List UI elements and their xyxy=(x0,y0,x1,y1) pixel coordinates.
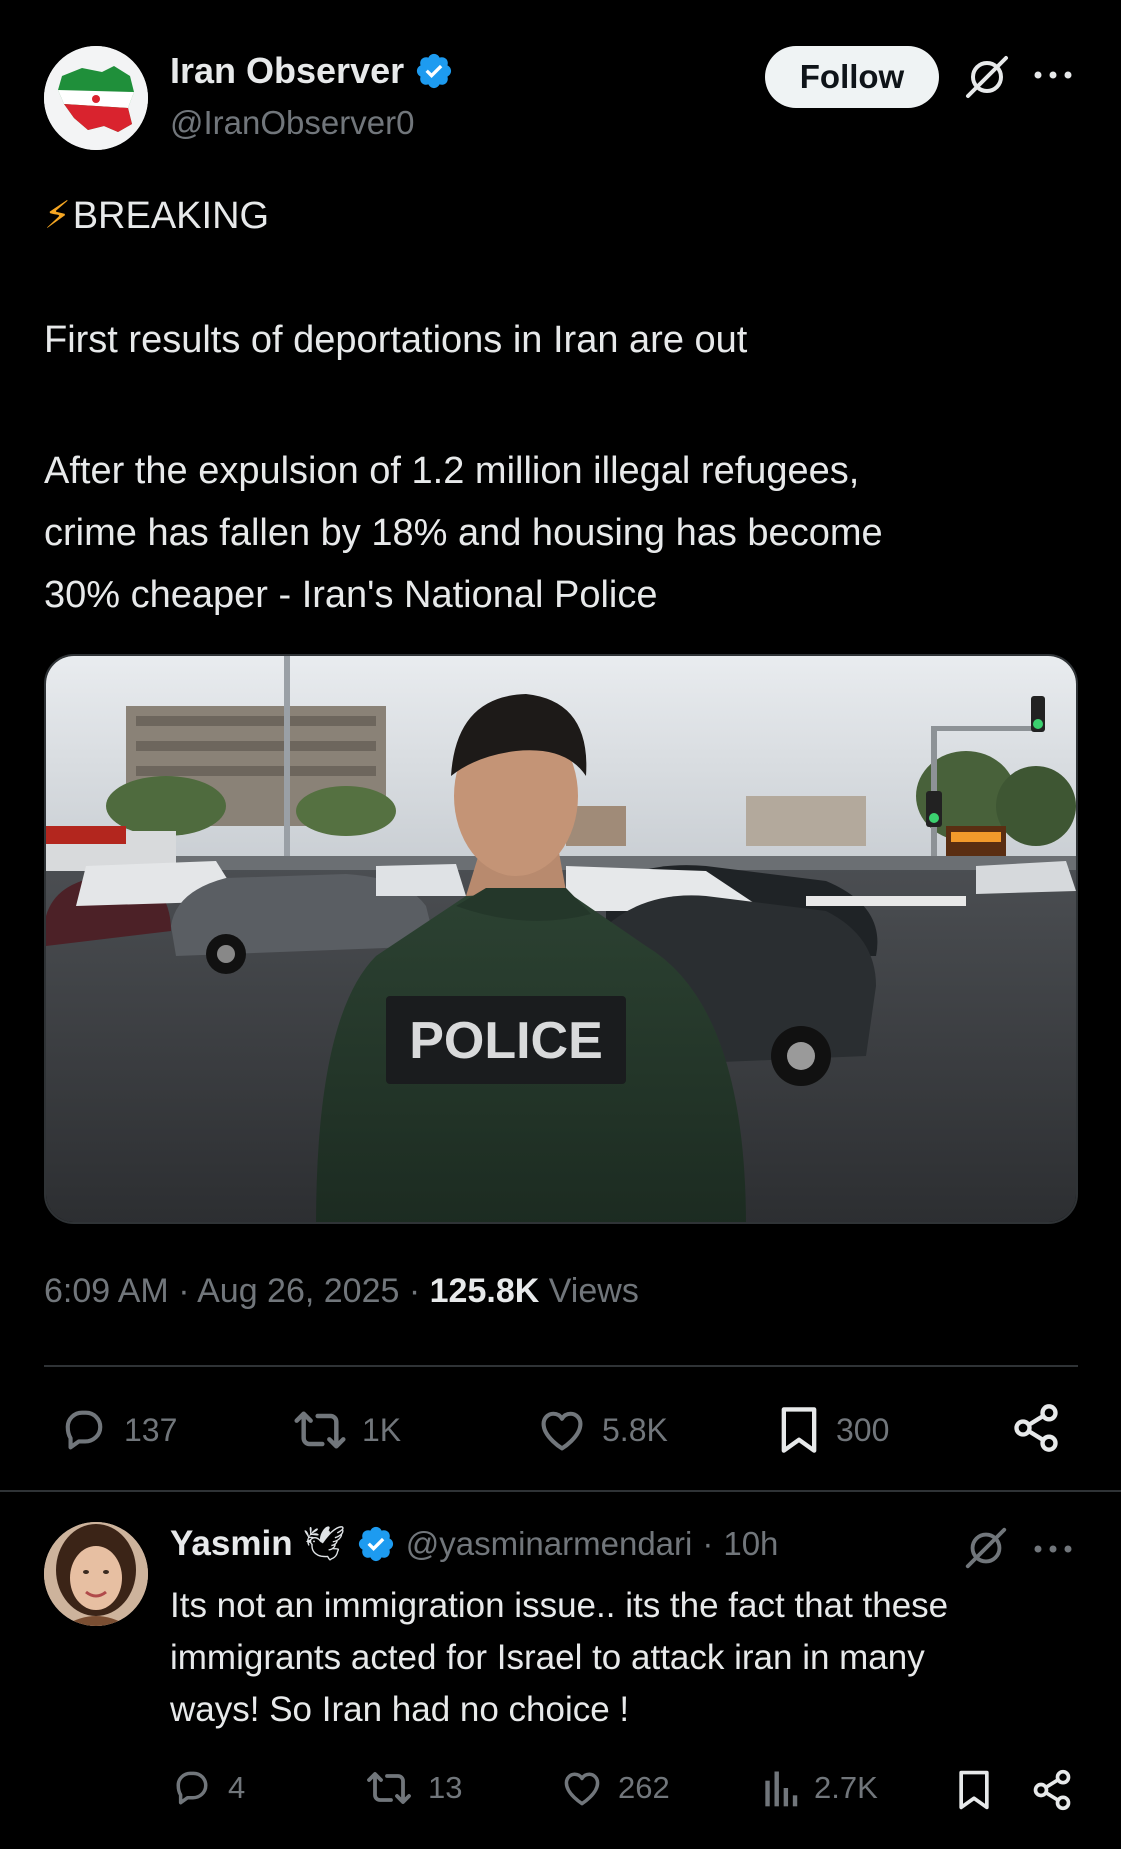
share-icon[interactable] xyxy=(1030,1768,1074,1812)
reply-icon xyxy=(65,1410,103,1450)
reply-views-count: 2.7K xyxy=(814,1770,878,1805)
meta-separator: · xyxy=(178,1272,190,1310)
tweet-paragraph-1: First results of deportations in Iran ar… xyxy=(44,319,748,361)
breaking-line: ⚡ BREAKING xyxy=(44,190,269,242)
reply-time[interactable]: 10h xyxy=(723,1525,778,1563)
bookmark-button[interactable]: 300 xyxy=(776,1404,889,1456)
lightning-emoji: ⚡ xyxy=(44,195,71,237)
repost-icon xyxy=(367,1772,411,1804)
reply-separator: · xyxy=(702,1525,714,1562)
reply-display-name[interactable]: Yasmin xyxy=(170,1524,293,1564)
reply-handle[interactable]: @yasminarmendari xyxy=(406,1525,693,1563)
meta-separator: · xyxy=(408,1272,421,1310)
tweet-date[interactable]: Aug 26, 2025 xyxy=(197,1272,399,1310)
author-name-row[interactable]: Iran Observer xyxy=(170,50,454,92)
verified-badge-icon xyxy=(417,53,452,89)
repost-button[interactable]: 1K xyxy=(292,1404,401,1456)
reply-views-button[interactable]: 2.7K xyxy=(760,1766,878,1810)
tweet-meta: 6:09 AM · Aug 26, 2025 · 125.8K Views xyxy=(44,1272,639,1311)
heart-icon xyxy=(564,1772,600,1806)
police-jacket-text: POLICE xyxy=(409,1012,603,1070)
breaking-label: BREAKING xyxy=(72,195,270,237)
tweet-photo[interactable]: POLICE xyxy=(44,654,1078,1224)
dove-emoji: 🕊 xyxy=(302,1525,346,1563)
grok-icon[interactable] xyxy=(962,52,1012,102)
follow-button[interactable]: Follow xyxy=(765,46,939,108)
reply-icon xyxy=(176,1771,208,1805)
more-options-icon[interactable] xyxy=(1030,60,1076,90)
tweet-paragraph-2: After the expulsion of 1.2 million illeg… xyxy=(44,440,883,626)
author-display-name[interactable]: Iran Observer xyxy=(170,50,404,92)
like-count: 5.8K xyxy=(602,1411,668,1448)
tweet-line: crime has fallen by 18% and housing has … xyxy=(44,512,883,554)
repost-count: 1K xyxy=(362,1411,402,1448)
tweet-time[interactable]: 6:09 AM xyxy=(44,1272,169,1310)
reply-repost-count: 13 xyxy=(428,1770,463,1805)
bookmark-count: 300 xyxy=(836,1411,890,1448)
reply-avatar-photo xyxy=(44,1522,148,1626)
reply-line: ways! So Iran had no choice ! xyxy=(170,1690,630,1729)
views-count[interactable]: 125.8K xyxy=(430,1272,540,1310)
reply-button[interactable]: 137 xyxy=(58,1404,177,1456)
tweet-line: 30% cheaper - Iran's National Police xyxy=(44,574,658,616)
views-label: Views xyxy=(548,1272,639,1310)
police-officer-photo: POLICE xyxy=(46,656,1076,1222)
iran-map-flag-avatar-icon xyxy=(44,46,148,150)
reply-repost-button[interactable]: 13 xyxy=(364,1766,462,1810)
reply-reply-count: 4 xyxy=(228,1770,246,1805)
verified-badge-icon xyxy=(358,1526,393,1562)
reply-line: Its not an immigration issue.. its the f… xyxy=(170,1586,949,1625)
repost-icon xyxy=(294,1411,346,1449)
author-handle[interactable]: @IranObserver0 xyxy=(170,104,414,142)
reply-like-button[interactable]: 262 xyxy=(560,1766,670,1810)
reply-text: Its not an immigration issue.. its the f… xyxy=(170,1580,1080,1736)
reply-like-count: 262 xyxy=(618,1770,670,1805)
analytics-icon xyxy=(765,1771,798,1807)
bookmark-icon[interactable] xyxy=(954,1768,994,1812)
tweet-line: After the expulsion of 1.2 million illeg… xyxy=(44,450,860,492)
share-icon[interactable] xyxy=(1010,1402,1062,1454)
like-button[interactable]: 5.8K xyxy=(536,1404,668,1456)
reply-reply-button[interactable]: 4 xyxy=(170,1766,245,1810)
reply-header: Yasmin 🕊 @yasminarmendari · 10h xyxy=(170,1524,778,1564)
reply-count: 137 xyxy=(124,1411,178,1448)
heart-icon xyxy=(541,1411,583,1451)
author-avatar[interactable] xyxy=(44,46,148,150)
reply-author-avatar[interactable] xyxy=(44,1522,148,1626)
reply-line: immigrants acted for Israel to attack ir… xyxy=(170,1638,925,1677)
grok-icon[interactable] xyxy=(962,1524,1010,1572)
divider xyxy=(44,1365,1078,1367)
bookmark-icon xyxy=(781,1407,817,1453)
divider xyxy=(0,1490,1121,1492)
more-options-icon[interactable] xyxy=(1030,1534,1076,1564)
